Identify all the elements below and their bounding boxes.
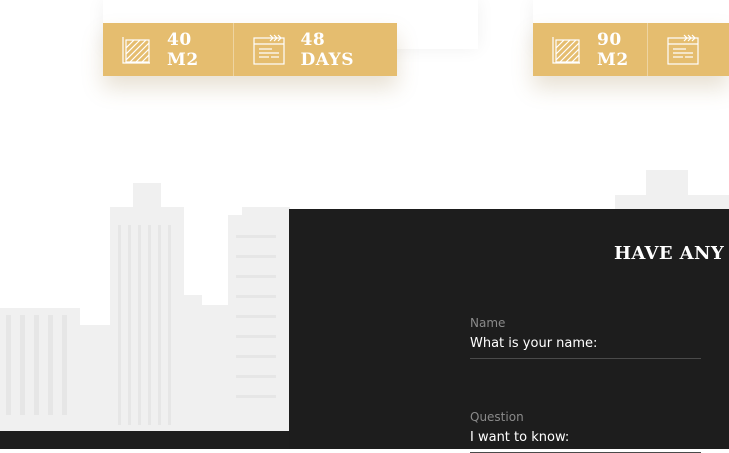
name-input[interactable] bbox=[470, 336, 701, 359]
duration-value: 48 DAYS bbox=[300, 29, 354, 70]
area-stat: 90 M2 bbox=[533, 23, 647, 76]
area-icon bbox=[551, 34, 583, 66]
calendar-icon bbox=[252, 34, 286, 66]
contact-form-panel: HAVE ANY Q Name Question bbox=[289, 209, 729, 453]
footer-strip bbox=[0, 431, 300, 449]
area-icon bbox=[121, 34, 153, 66]
question-label: Question bbox=[470, 410, 524, 424]
project-card-1-stats: 40 M2 48 DAYS bbox=[103, 23, 397, 76]
duration-stat bbox=[646, 23, 729, 76]
area-value: 40 M2 bbox=[167, 29, 199, 70]
calendar-icon bbox=[666, 34, 700, 66]
question-field: Question bbox=[470, 410, 701, 453]
area-value: 90 M2 bbox=[597, 29, 629, 70]
name-field: Name bbox=[470, 316, 701, 359]
area-stat: 40 M2 bbox=[103, 23, 233, 76]
question-input[interactable] bbox=[470, 430, 701, 453]
contact-form-title: HAVE ANY Q bbox=[614, 243, 729, 264]
duration-stat: 48 DAYS bbox=[233, 23, 397, 76]
project-card-2-stats: 90 M2 bbox=[533, 23, 729, 76]
name-label: Name bbox=[470, 316, 506, 330]
